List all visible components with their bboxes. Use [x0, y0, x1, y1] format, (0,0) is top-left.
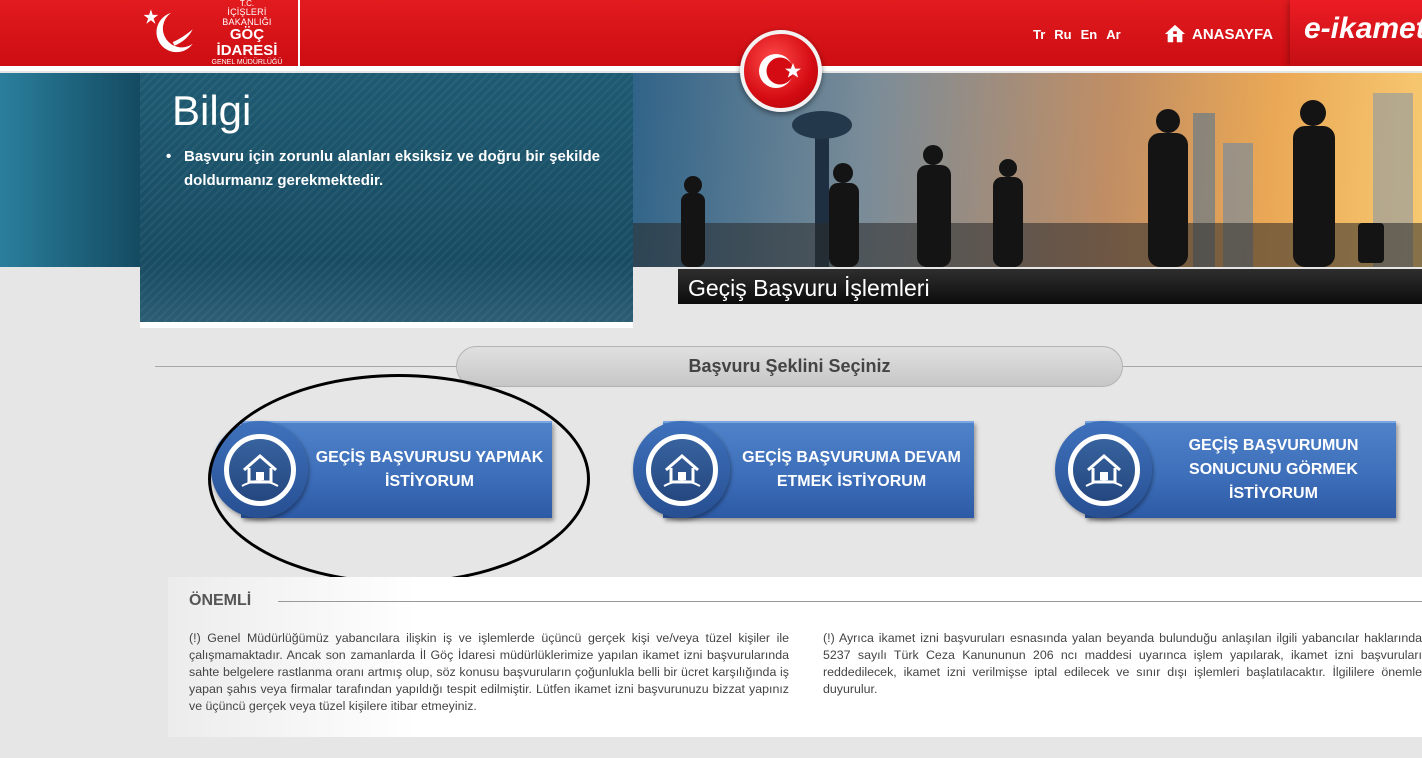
selection-title: Başvuru Şeklini Seçiniz: [456, 346, 1123, 387]
option-circle-inner: [223, 433, 296, 506]
info-text: Başvuru için zorunlu alanları eksiksiz v…: [166, 145, 600, 193]
option-circle-inner: [645, 433, 718, 506]
lang-ar[interactable]: Ar: [1106, 27, 1120, 42]
option-circle-inner: [1067, 433, 1140, 506]
logo-line-3: GÖÇ İDARESİ: [216, 26, 278, 59]
top-header: T.C. İÇİŞLERİ BAKANLIĞI GÖÇ İDARESİ GENE…: [0, 0, 1422, 67]
option-circle: [1055, 421, 1152, 518]
header-divider: [0, 66, 1422, 71]
home-link[interactable]: ANASAYFA: [1164, 22, 1273, 46]
house-icon: [663, 453, 700, 487]
lang-en[interactable]: En: [1081, 27, 1098, 42]
turkish-flag-badge: [740, 30, 822, 112]
option-label: GEÇİŞ BAŞVURUMUN SONUCUNU GÖRMEK İSTİYOR…: [1188, 436, 1359, 502]
language-switcher: Tr Ru En Ar: [1033, 27, 1121, 42]
important-notice: ÖNEMLİ (!) Genel Müdürlüğümüz yabancılar…: [168, 577, 1422, 737]
continue-application-button[interactable]: GEÇİŞ BAŞVURUMA DEVAM ETMEK İSTİYORUM: [633, 421, 974, 518]
logo-line-4: GENEL MÜDÜRLÜĞÜ: [211, 58, 283, 66]
eikamet-logo[interactable]: e-ikamet: [1290, 0, 1422, 66]
house-icon: [1085, 453, 1122, 487]
home-label: ANASAYFA: [1192, 25, 1274, 43]
notice-column-2: (!) Ayrıca ikamet izni başvuruları esnas…: [823, 631, 1422, 696]
lang-tr[interactable]: Tr: [1033, 27, 1045, 42]
option-circle: [633, 421, 730, 518]
application-result-button[interactable]: GEÇİŞ BAŞVURUMUN SONUCUNU GÖRMEK İSTİYOR…: [1055, 421, 1396, 518]
logo-text: T.C. İÇİŞLERİ BAKANLIĞI GÖÇ İDARESİ GENE…: [202, 0, 300, 67]
home-icon: [1164, 24, 1186, 43]
notice-divider: [278, 601, 1422, 602]
goc-idaresi-logo[interactable]: T.C. İÇİŞLERİ BAKANLIĞI GÖÇ İDARESİ GENE…: [140, 0, 300, 67]
house-icon: [241, 453, 278, 487]
logo-line-2: İÇİŞLERİ BAKANLIĞI: [222, 7, 272, 27]
option-circle: [211, 421, 308, 518]
option-label: GEÇİŞ BAŞVURUSU YAPMAK İSTİYORUM: [315, 448, 544, 490]
new-application-button[interactable]: GEÇİŞ BAŞVURUSU YAPMAK İSTİYORUM: [211, 421, 552, 518]
option-label: GEÇİŞ BAŞVURUMA DEVAM ETMEK İSTİYORUM: [742, 448, 961, 490]
turkish-flag-icon: [759, 54, 801, 88]
notice-column-1: (!) Genel Müdürlüğümüz yabancılara ilişk…: [189, 631, 789, 713]
lang-ru[interactable]: Ru: [1054, 27, 1071, 42]
notice-title: ÖNEMLİ: [189, 592, 252, 609]
info-panel: Bilgi Başvuru için zorunlu alanları eksi…: [140, 73, 633, 328]
page-heading: Geçiş Başvuru İşlemleri: [678, 269, 1422, 304]
crescent-star-icon: [143, 9, 193, 53]
info-title: Bilgi: [172, 87, 252, 134]
